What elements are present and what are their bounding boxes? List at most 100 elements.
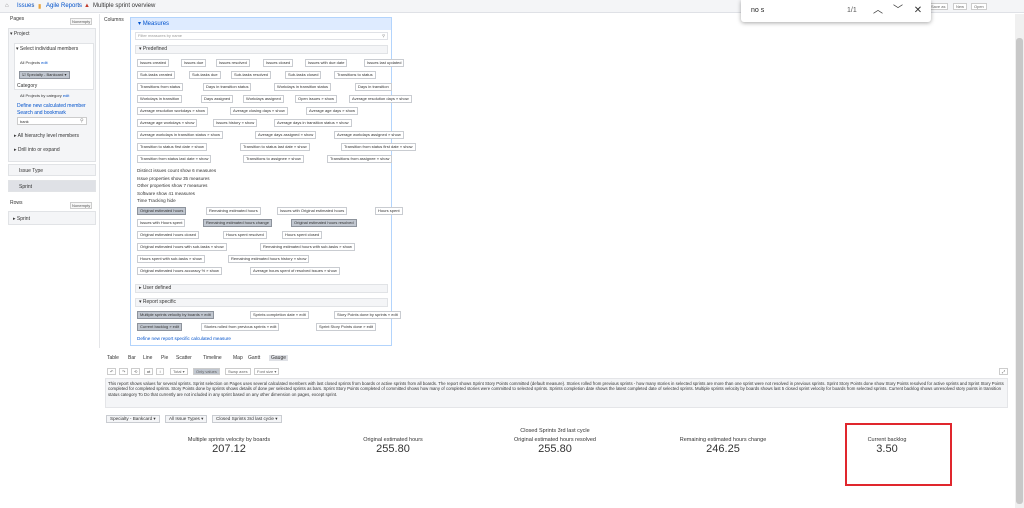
fullscreen-icon[interactable]: ⤢ bbox=[999, 368, 1009, 375]
measure-chip[interactable]: Average days assigned » show bbox=[255, 131, 317, 139]
measure-group-line[interactable]: Time Tracking hide bbox=[137, 198, 176, 203]
measure-chip[interactable]: Open issues » show bbox=[295, 95, 338, 103]
measure-group-line[interactable]: Distinct issues count show 6 measures bbox=[137, 168, 216, 173]
measure-chip[interactable]: Original estimated hours resolved bbox=[291, 219, 357, 227]
measure-chip[interactable]: Workdays in transition status bbox=[274, 83, 332, 91]
measure-chip[interactable]: Current backlog » edit bbox=[137, 323, 183, 331]
measure-chip[interactable]: Hours spent closed bbox=[282, 231, 323, 239]
measure-chip[interactable]: Average closing days » show bbox=[230, 107, 288, 115]
view-tab[interactable]: Gantt bbox=[248, 355, 260, 361]
measure-chip[interactable]: Transitions from status bbox=[137, 83, 184, 91]
view-tab[interactable]: Bar bbox=[128, 355, 136, 361]
measure-chip[interactable]: Average age workdays » show bbox=[137, 119, 198, 127]
measure-chip[interactable]: Average hours spent of resolved issues »… bbox=[250, 267, 340, 275]
measure-chip[interactable]: Average workdays in transition status » … bbox=[137, 131, 223, 139]
measure-group-line[interactable]: Issue properties show 35 measures bbox=[137, 176, 210, 181]
view-tab[interactable]: Line bbox=[143, 355, 152, 361]
sort-icon[interactable]: ↕ bbox=[156, 368, 164, 375]
redo-icon[interactable]: ↷ bbox=[119, 368, 129, 375]
select-members-toggle[interactable]: ▾ Select individual members bbox=[16, 46, 78, 52]
view-tab[interactable]: Scatter bbox=[176, 355, 192, 361]
measure-chip[interactable]: Multiple sprints velocity by boards » ed… bbox=[137, 311, 214, 319]
hierarchy-toggle[interactable]: ▸ All hierarchy level members bbox=[14, 133, 100, 139]
measure-chip[interactable]: Issues due bbox=[181, 59, 207, 67]
view-tab[interactable]: Pie bbox=[161, 355, 168, 361]
measure-chip[interactable]: Average age days » show bbox=[306, 107, 358, 115]
measure-chip[interactable]: Remaining estimated hours bbox=[206, 207, 261, 215]
measure-chip[interactable]: Average days in transition status » show bbox=[274, 119, 352, 127]
measure-chip[interactable]: Days in transition bbox=[355, 83, 392, 91]
measure-chip[interactable]: Issues history » show bbox=[213, 119, 258, 127]
view-tab[interactable]: Timeline bbox=[203, 355, 222, 361]
find-input[interactable]: no s bbox=[751, 7, 764, 14]
measure-chip[interactable]: Hours spent resolved bbox=[223, 231, 267, 239]
measure-chip[interactable]: Issues closed bbox=[263, 59, 294, 67]
new-button[interactable]: New bbox=[953, 3, 968, 10]
measure-chip[interactable]: Transition from status last date » show bbox=[137, 155, 212, 163]
specialty-member-chip[interactable]: ☑ Specialty - Bankcard ▾ bbox=[19, 71, 70, 79]
measure-chip[interactable]: Average workdays assigned » show bbox=[334, 131, 404, 139]
measure-group-line[interactable]: Other properties show 7 measures bbox=[137, 183, 207, 188]
breadcrumb-agile-reports[interactable]: Agile Reports bbox=[46, 3, 82, 9]
measure-chip[interactable]: Issues created bbox=[137, 59, 170, 67]
sprint-row-toggle[interactable]: ▸ Sprint bbox=[13, 216, 30, 222]
edit-link[interactable]: edit bbox=[63, 93, 69, 98]
measure-chip[interactable]: Sub-tasks due bbox=[189, 71, 221, 79]
all-projects-by-category[interactable]: All Projects by category edit bbox=[20, 93, 69, 98]
page-filter-project[interactable]: Specialty - Bankcard ▾ bbox=[106, 415, 160, 423]
measure-chip[interactable]: Transition to status first date » show bbox=[137, 143, 207, 151]
drill-toggle[interactable]: ▸ Drill into or expand bbox=[14, 147, 100, 153]
measure-chip[interactable]: Remaining estimated hours history » show bbox=[228, 255, 310, 263]
swap-icon[interactable]: ⇄ bbox=[144, 368, 154, 375]
measure-chip[interactable]: Sprints completion date » edit bbox=[250, 311, 309, 319]
pages-nonempty-button[interactable]: Nonempty bbox=[70, 18, 93, 25]
view-tab[interactable]: Map bbox=[233, 355, 243, 361]
user-defined-section[interactable]: ▸ User defined bbox=[135, 284, 388, 293]
total-dropdown[interactable]: Total ▾ bbox=[170, 368, 188, 375]
measure-chip[interactable]: Average resolution workdays » show bbox=[137, 107, 209, 115]
reset-icon[interactable]: ⟲ bbox=[131, 368, 141, 375]
measure-chip[interactable]: Stories rolled from previous sprints » e… bbox=[201, 323, 280, 331]
swap-axes-button[interactable]: Swap axes bbox=[225, 368, 251, 375]
measure-chip[interactable]: Remaining estimated hours change bbox=[203, 219, 272, 227]
member-search-input[interactable]: bank ⚲ bbox=[17, 117, 87, 125]
open-button[interactable]: Open bbox=[971, 3, 987, 10]
view-tab[interactable]: Table bbox=[107, 355, 119, 361]
undo-icon[interactable]: ↶ bbox=[107, 368, 117, 375]
page-filter-sprint[interactable]: Closed Sprints 3rd last cycle ▾ bbox=[212, 415, 282, 423]
measure-chip[interactable]: Sub-tasks created bbox=[137, 71, 176, 79]
measure-chip[interactable]: Issues with Original estimated hours bbox=[277, 207, 348, 215]
measure-chip[interactable]: Sub-tasks resolved bbox=[231, 71, 272, 79]
edit-link[interactable]: edit bbox=[41, 60, 47, 65]
find-close-icon[interactable]: ✕ bbox=[911, 4, 925, 18]
measure-chip[interactable]: Issues resolved bbox=[216, 59, 250, 67]
measure-chip[interactable]: Days in transition status bbox=[203, 83, 252, 91]
measure-chip[interactable]: Transition from status first date » show bbox=[341, 143, 416, 151]
measure-chip[interactable]: Transitions from assignee » show bbox=[327, 155, 393, 163]
measure-chip[interactable]: Sub-tasks closed bbox=[285, 71, 322, 79]
measure-chip[interactable]: Original estimated hours bbox=[137, 207, 187, 215]
scrollbar-thumb[interactable] bbox=[1016, 38, 1023, 504]
report-specific-section[interactable]: ▾ Report specific bbox=[135, 298, 388, 307]
issue-type-dimension[interactable]: Issue Type bbox=[8, 164, 96, 176]
measure-filter-input[interactable]: Filter measures by name ⚲ bbox=[135, 32, 388, 40]
measure-chip[interactable]: Workdays assigned bbox=[243, 95, 284, 103]
all-projects-member[interactable]: All Projects edit bbox=[20, 60, 48, 65]
measure-chip[interactable]: Workdays in transition bbox=[137, 95, 183, 103]
page-filter-issue-type[interactable]: All Issue Types ▾ bbox=[165, 415, 208, 423]
measure-chip[interactable]: Original estimated hours accuracy % » sh… bbox=[137, 267, 222, 275]
home-icon[interactable]: ⌂ bbox=[5, 3, 9, 9]
measure-chip[interactable]: Issues with due date bbox=[305, 59, 348, 67]
define-member-link[interactable]: Define new calculated member bbox=[17, 103, 86, 109]
sprint-page-dimension[interactable]: Sprint bbox=[8, 180, 96, 192]
only-values-toggle[interactable]: Only values bbox=[193, 368, 220, 375]
find-next-icon[interactable]: ﹀ bbox=[891, 4, 905, 18]
project-dimension[interactable]: ▾ Project bbox=[10, 31, 96, 37]
save-as-button[interactable]: Save as bbox=[928, 3, 949, 10]
measure-chip[interactable]: Transitions to assignee » show bbox=[243, 155, 304, 163]
find-previous-icon[interactable]: ︿ bbox=[871, 4, 885, 18]
measure-chip[interactable]: Original estimated hours with sub-tasks … bbox=[137, 243, 227, 251]
view-tab[interactable]: Gauge bbox=[269, 355, 289, 361]
measure-chip[interactable]: Story Points done by sprints » edit bbox=[334, 311, 401, 319]
measure-chip[interactable]: Issues with Hours spent bbox=[137, 219, 186, 227]
